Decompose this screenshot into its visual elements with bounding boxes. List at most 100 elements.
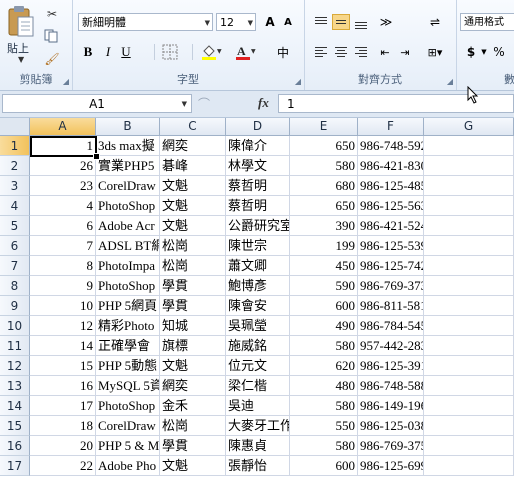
copy-icon[interactable] [44,29,60,43]
cell-f3[interactable]: 986-125-485-4 [358,176,424,196]
row-header[interactable]: 12 [0,356,30,376]
cell-c12[interactable]: 文魁 [160,356,226,376]
cell-g5[interactable] [424,216,514,236]
cell-c5[interactable]: 文魁 [160,216,226,236]
column-header-a[interactable]: A [30,118,96,136]
row-header[interactable]: 11 [0,336,30,356]
bold-button[interactable]: B [80,43,96,61]
fill-color-icon[interactable]: ▼ [200,43,222,61]
worksheet-grid[interactable]: ABCDEFG113ds max擬網奕陳偉介650986-748-592-022… [0,118,514,486]
cell-b14[interactable]: PhotoShop [96,396,160,416]
cell-g13[interactable] [424,376,514,396]
cell-f4[interactable]: 986-125-563-X [358,196,424,216]
cell-d2[interactable]: 林學文 [226,156,290,176]
paste-icon[interactable] [6,5,36,39]
cell-c6[interactable]: 松崗 [160,236,226,256]
cell-a9[interactable]: 10 [30,296,96,316]
cell-c11[interactable]: 旗標 [160,336,226,356]
row-header[interactable]: 15 [0,416,30,436]
cell-a5[interactable]: 6 [30,216,96,236]
number-format-select[interactable]: 通用格式 [460,13,514,31]
cell-g1[interactable] [424,136,514,156]
cell-c16[interactable]: 學貫 [160,436,226,456]
cell-a12[interactable]: 15 [30,356,96,376]
cell-b9[interactable]: PHP 5網頁 [96,296,160,316]
cell-f16[interactable]: 986-769-375-2 [358,436,424,456]
cell-e13[interactable]: 480 [290,376,358,396]
cell-a17[interactable]: 22 [30,456,96,476]
cell-f8[interactable]: 986-769-373-6 [358,276,424,296]
cell-b7[interactable]: PhotoImpa [96,256,160,276]
cell-c10[interactable]: 知城 [160,316,226,336]
cell-g10[interactable] [424,316,514,336]
row-header[interactable]: 7 [0,256,30,276]
cell-a7[interactable]: 8 [30,256,96,276]
cell-f13[interactable]: 986-748-588-2 [358,376,424,396]
cell-b17[interactable]: Adobe Pho [96,456,160,476]
chevron-down-icon[interactable]: ▼ [182,95,187,113]
cell-c13[interactable]: 網奕 [160,376,226,396]
cell-g15[interactable] [424,416,514,436]
cell-a14[interactable]: 17 [30,396,96,416]
chevron-down-icon[interactable]: ▼ [205,14,210,32]
cell-d16[interactable]: 陳惠貞 [226,436,290,456]
cell-b12[interactable]: PHP 5動態 [96,356,160,376]
cell-e2[interactable]: 580 [290,156,358,176]
row-header[interactable]: 5 [0,216,30,236]
cell-b13[interactable]: MySQL 5資 [96,376,160,396]
cell-e7[interactable]: 450 [290,256,358,276]
cell-e12[interactable]: 620 [290,356,358,376]
cell-e3[interactable]: 680 [290,176,358,196]
align-top-icon[interactable] [312,14,330,30]
row-header[interactable]: 13 [0,376,30,396]
cell-b8[interactable]: PhotoShop [96,276,160,296]
cell-b16[interactable]: PHP 5 & M [96,436,160,456]
cell-g11[interactable] [424,336,514,356]
alignment-launcher-icon[interactable]: ◢ [447,77,453,86]
cell-d11[interactable]: 施威銘 [226,336,290,356]
cell-d14[interactable]: 吳迪 [226,396,290,416]
align-middle-icon[interactable] [332,14,350,30]
cell-e16[interactable]: 580 [290,436,358,456]
cell-e4[interactable]: 650 [290,196,358,216]
cell-c4[interactable]: 文魁 [160,196,226,216]
cell-f10[interactable]: 986-784-545-5 [358,316,424,336]
wrap-text-icon[interactable]: ⇌ [426,14,444,30]
cell-g3[interactable] [424,176,514,196]
name-box[interactable]: A1 ▼ [2,94,192,113]
select-all-button[interactable] [0,118,30,136]
cell-d7[interactable]: 蕭文卿 [226,256,290,276]
column-header-d[interactable]: D [226,118,290,136]
column-header-b[interactable]: B [96,118,160,136]
cell-b6[interactable]: ADSL BT網 [96,236,160,256]
font-name-select[interactable]: 新細明體 ▼ [78,13,213,31]
cell-c9[interactable]: 學貫 [160,296,226,316]
cell-f7[interactable]: 986-125-742-X [358,256,424,276]
cell-e11[interactable]: 580 [290,336,358,356]
cell-g2[interactable] [424,156,514,176]
cell-c14[interactable]: 金禾 [160,396,226,416]
cell-d15[interactable]: 大麥牙工作 [226,416,290,436]
cell-a11[interactable]: 14 [30,336,96,356]
column-header-g[interactable]: G [424,118,514,136]
font-color-icon[interactable]: A ▼ [234,43,256,61]
cell-e6[interactable]: 199 [290,236,358,256]
cell-e1[interactable]: 650 [290,136,358,156]
row-header[interactable]: 4 [0,196,30,216]
decrease-indent-icon[interactable]: ⇤ [376,44,394,60]
clipboard-launcher-icon[interactable]: ◢ [63,77,69,86]
cell-a3[interactable]: 23 [30,176,96,196]
cell-b3[interactable]: CorelDraw [96,176,160,196]
cell-d9[interactable]: 陳會安 [226,296,290,316]
formula-bar-handle-icon[interactable]: ⌒ [197,95,211,111]
cell-f14[interactable]: 986-149-196-1 [358,396,424,416]
chevron-down-icon[interactable]: ▼ [248,14,253,32]
cell-g16[interactable] [424,436,514,456]
cell-a10[interactable]: 12 [30,316,96,336]
cell-d12[interactable]: 位元文 [226,356,290,376]
cell-d3[interactable]: 蔡哲明 [226,176,290,196]
grow-font-button[interactable]: A [262,13,278,31]
cell-c1[interactable]: 網奕 [160,136,226,156]
merge-center-icon[interactable]: ⊞▾ [424,44,446,60]
cell-f6[interactable]: 986-125-539-7 [358,236,424,256]
